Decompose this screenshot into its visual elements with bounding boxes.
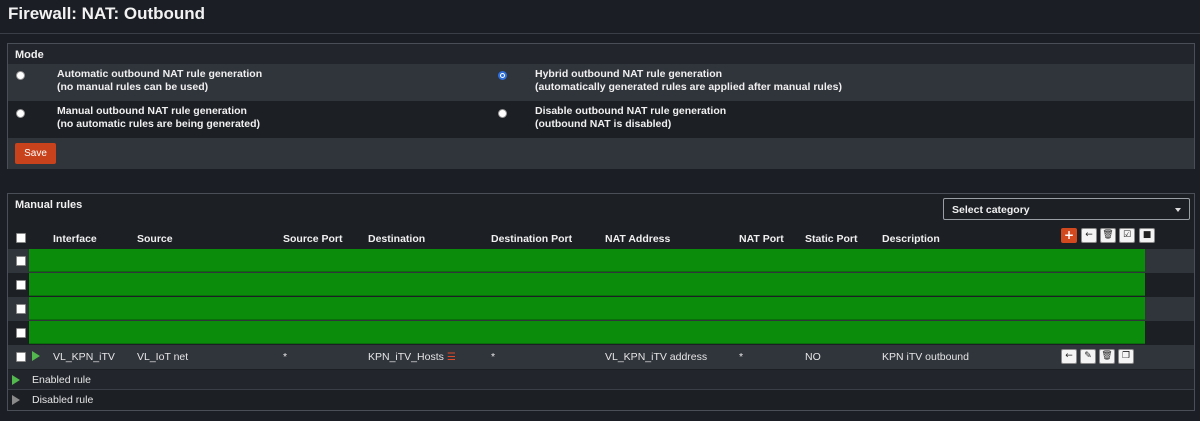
col-nat-address[interactable]: NAT Address — [605, 233, 670, 245]
cell-source: VL_IoT net — [137, 351, 189, 363]
cell-destination-text: KPN_iTV_Hosts — [368, 351, 444, 363]
row-checkbox[interactable] — [16, 256, 26, 266]
col-static-port[interactable]: Static Port — [805, 233, 858, 245]
option-manual-label: Manual outbound NAT rule generation (no … — [57, 105, 260, 131]
col-source-port[interactable]: Source Port — [283, 233, 343, 245]
mode-row-1: Automatic outbound NAT rule generation (… — [8, 64, 1194, 101]
redaction-bar — [29, 297, 1145, 320]
table-row — [8, 249, 1194, 273]
manual-rules-panel: Manual rules Select category Interface S… — [7, 193, 1195, 411]
mode-panel: Mode Automatic outbound NAT rule generat… — [7, 43, 1195, 169]
option-hybrid-desc: (automatically generated rules are appli… — [535, 81, 842, 93]
col-interface[interactable]: Interface — [53, 233, 97, 245]
pencil-icon[interactable]: ✎ — [1080, 349, 1096, 364]
legend-enabled: Enabled rule — [8, 370, 1194, 390]
cell-source-port: * — [283, 351, 288, 363]
cell-nat-address: VL_KPN_iTV address — [605, 351, 708, 363]
col-nat-port[interactable]: NAT Port — [739, 233, 784, 245]
legend-disabled: Disabled rule — [8, 390, 1194, 410]
arrow-left-icon[interactable]: ← — [1081, 228, 1097, 243]
option-automatic-label: Automatic outbound NAT rule generation (… — [57, 68, 262, 94]
cell-interface: VL_KPN_iTV — [53, 351, 115, 363]
clone-icon[interactable]: ❐ — [1118, 349, 1134, 364]
row-checkbox[interactable] — [16, 280, 26, 290]
manual-rules-title: Manual rules — [15, 199, 83, 211]
chevron-down-icon — [1175, 208, 1181, 212]
radio-automatic[interactable] — [16, 71, 25, 80]
option-hybrid-title: Hybrid outbound NAT rule generation — [535, 68, 723, 80]
disabled-rule-legend-icon — [12, 395, 20, 405]
radio-manual[interactable] — [16, 109, 25, 118]
option-hybrid-label: Hybrid outbound NAT rule generation (aut… — [535, 68, 842, 94]
option-disable-label: Disable outbound NAT rule generation (ou… — [535, 105, 726, 131]
select-all-checkbox[interactable] — [16, 233, 26, 243]
add-icon[interactable]: + — [1061, 228, 1077, 243]
enabled-rule-icon[interactable] — [32, 351, 40, 361]
col-destination-port[interactable]: Destination Port — [491, 233, 572, 245]
page-header: Firewall: NAT: Outbound — [0, 0, 1200, 34]
col-description[interactable]: Description — [882, 233, 940, 245]
cell-nat-port: * — [739, 351, 744, 363]
radio-disable[interactable] — [498, 109, 507, 118]
row-checkbox[interactable] — [16, 328, 26, 338]
option-manual-title: Manual outbound NAT rule generation — [57, 105, 247, 117]
cell-destination: KPN_iTV_Hosts ☰ — [368, 351, 456, 363]
col-source[interactable]: Source — [137, 233, 173, 245]
table-row — [8, 297, 1194, 321]
mode-row-2: Manual outbound NAT rule generation (no … — [8, 101, 1194, 138]
row-checkbox[interactable] — [16, 304, 26, 314]
radio-hybrid[interactable] — [498, 71, 507, 80]
category-select[interactable]: Select category — [943, 198, 1190, 220]
legend-disabled-text: Disabled rule — [32, 394, 94, 406]
option-disable-title: Disable outbound NAT rule generation — [535, 105, 727, 117]
mode-panel-title: Mode — [15, 49, 44, 61]
col-destination[interactable]: Destination — [368, 233, 425, 245]
option-automatic-title: Automatic outbound NAT rule generation — [57, 68, 263, 80]
save-button[interactable]: Save — [15, 143, 56, 164]
cell-static-port: NO — [805, 351, 821, 363]
table-header: Interface Source Source Port Destination… — [8, 227, 1194, 249]
option-automatic-desc: (no manual rules can be used) — [57, 81, 209, 93]
redaction-bar — [29, 249, 1145, 272]
redaction-bar — [29, 273, 1145, 296]
square-icon[interactable]: ■ — [1139, 228, 1155, 243]
save-row: Save — [8, 138, 1194, 169]
cell-destination-port: * — [491, 351, 496, 363]
list-icon[interactable]: ☰ — [447, 352, 456, 363]
page-title: Firewall: NAT: Outbound — [8, 4, 206, 23]
table-row[interactable]: VL_KPN_iTV VL_IoT net * KPN_iTV_Hosts ☰ *… — [8, 345, 1194, 369]
legend-enabled-text: Enabled rule — [32, 374, 91, 386]
option-manual-desc: (no automatic rules are being generated) — [57, 118, 261, 130]
redaction-bar — [29, 321, 1145, 344]
check-square-icon[interactable]: ☑ — [1119, 228, 1135, 243]
arrow-left-icon[interactable]: ← — [1061, 349, 1077, 364]
trash-icon[interactable]: 🗑 — [1099, 349, 1115, 364]
trash-icon[interactable]: 🗑 — [1100, 228, 1116, 243]
table-row — [8, 321, 1194, 345]
category-select-value: Select category — [952, 204, 1030, 216]
table-row — [8, 273, 1194, 297]
option-disable-desc: (outbound NAT is disabled) — [535, 118, 672, 130]
cell-description: KPN iTV outbound — [882, 351, 969, 363]
row-checkbox[interactable] — [16, 352, 26, 362]
enabled-rule-legend-icon — [12, 375, 20, 385]
